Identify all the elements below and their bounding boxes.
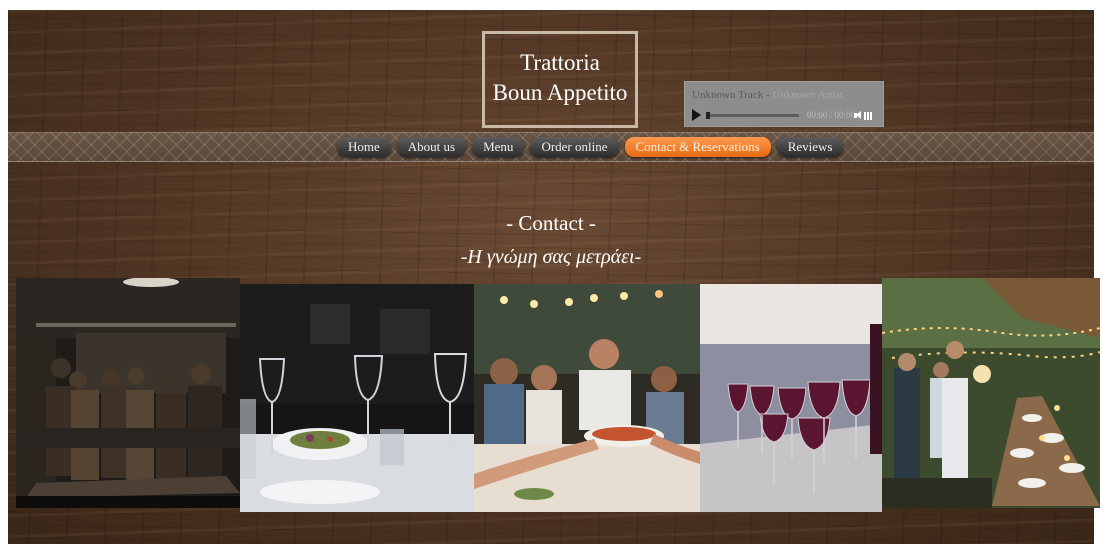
seek-bar[interactable] xyxy=(706,112,799,119)
nav-about-us[interactable]: About us xyxy=(396,137,467,157)
volume-icon[interactable] xyxy=(854,111,862,120)
page-title: - Contact - xyxy=(506,211,596,235)
main-nav: Home About us Menu Order online Contact … xyxy=(337,137,844,157)
nav-order-online[interactable]: Order online xyxy=(530,137,619,157)
seek-handle[interactable] xyxy=(706,112,710,119)
nav-reviews[interactable]: Reviews xyxy=(776,137,844,157)
nav-contact-reservations[interactable]: Contact & Reservations xyxy=(624,137,771,157)
volume-level[interactable] xyxy=(864,112,872,120)
player-time: 00:00 / 00:00 xyxy=(807,110,856,120)
restaurant-kitchen-photo xyxy=(16,278,240,508)
red-wine-glasses-photo xyxy=(700,284,882,512)
player-track-info: Unknown Track - Unknown Artist xyxy=(692,89,843,101)
logo-title-line1: Trattoria xyxy=(520,50,600,75)
play-icon[interactable] xyxy=(692,109,701,121)
site-logo[interactable]: Trattoria Boun Appetito xyxy=(482,31,638,128)
friends-dinner-photo xyxy=(474,284,700,512)
player-artist-name: Unknown Artist xyxy=(772,89,843,101)
outdoor-dining-photo xyxy=(882,278,1100,508)
logo-title-line2: Boun Appetito xyxy=(492,80,628,105)
audio-player: Unknown Track - Unknown Artist 00:00 / 0… xyxy=(684,81,884,127)
page-subtitle: -Η γνώμη σας μετράει- xyxy=(460,246,642,268)
nav-menu[interactable]: Menu xyxy=(472,137,525,157)
player-track-name: Unknown Track xyxy=(692,89,764,101)
wine-glasses-table-photo xyxy=(240,284,474,512)
nav-home[interactable]: Home xyxy=(337,137,391,157)
